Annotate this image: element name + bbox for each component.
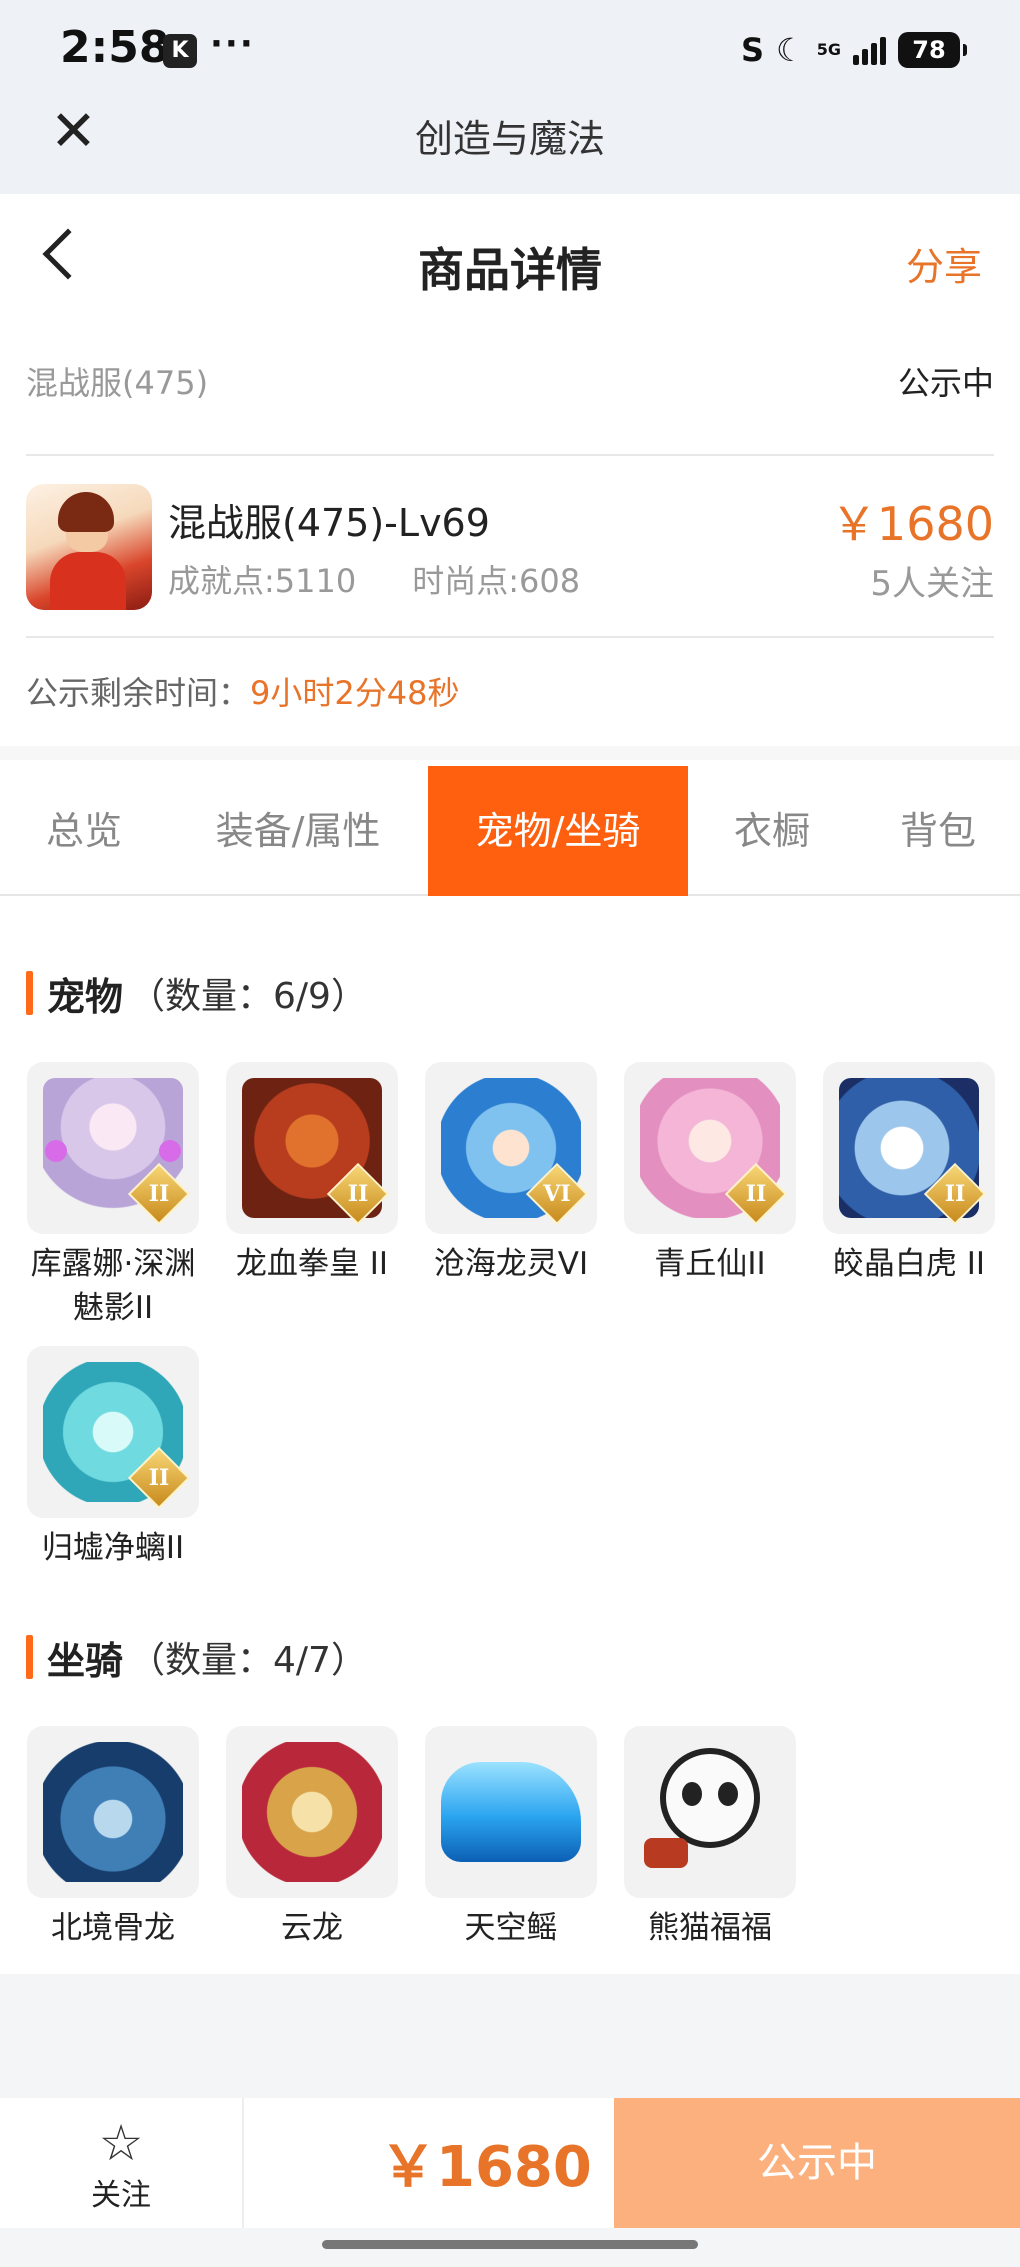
achievement-points: 成就点:5110 bbox=[168, 562, 357, 600]
home-indicator[interactable] bbox=[322, 2240, 698, 2249]
publicity-button[interactable]: 公示中 bbox=[614, 2098, 1020, 2228]
star-icon: ☆ bbox=[98, 2114, 144, 2172]
moon-icon: ☾ bbox=[776, 31, 805, 69]
pet-item[interactable]: II 库露娜·深渊魅影II bbox=[27, 1062, 199, 1330]
character-avatar bbox=[26, 484, 152, 610]
tab-backpack[interactable]: 背包 bbox=[856, 766, 1020, 896]
pet-item[interactable]: VI 沧海龙灵VI bbox=[425, 1062, 597, 1286]
listing-price: ￥1680 bbox=[830, 497, 994, 551]
pet-item[interactable]: II 归墟净螭II bbox=[27, 1346, 199, 1570]
mount-item[interactable]: 云龙 bbox=[226, 1726, 398, 1950]
divider bbox=[26, 454, 994, 456]
pet-thumbnail: II bbox=[27, 1062, 199, 1234]
mounts-section-header: 坐骑 （数量：4/7） bbox=[26, 1632, 367, 1683]
section-gap bbox=[0, 746, 1020, 760]
listing-title: 混战服(475)-Lv69 bbox=[168, 501, 490, 545]
tab-equipment[interactable]: 装备/属性 bbox=[168, 766, 428, 896]
pet-item[interactable]: II 皎晶白虎 II bbox=[823, 1062, 995, 1286]
countdown: 公示剩余时间：9小时2分48秒 bbox=[26, 668, 459, 714]
mount-item[interactable]: 北境骨龙 bbox=[27, 1726, 199, 1950]
nav-bar: 商品详情 分享 bbox=[0, 194, 1020, 326]
share-button[interactable]: 分享 bbox=[906, 236, 982, 291]
divider bbox=[26, 636, 994, 638]
pet-name: 青丘仙II bbox=[654, 1246, 766, 1282]
pet-thumbnail: II bbox=[226, 1062, 398, 1234]
section-marker bbox=[26, 1635, 33, 1679]
server-name: 混战服(475) bbox=[26, 364, 209, 402]
tab-pets-mounts[interactable]: 宠物/坐骑 bbox=[428, 766, 688, 896]
network-type-icon: 5G bbox=[816, 40, 841, 59]
k-app-icon: K bbox=[163, 34, 197, 68]
pets-title: 宠物 bbox=[47, 974, 124, 1019]
follow-button[interactable]: ☆ 关注 bbox=[0, 2098, 244, 2228]
tab-bar: 总览 装备/属性 宠物/坐骑 衣橱 背包 bbox=[0, 766, 1020, 896]
status-icons: S ☾ 5G 78 bbox=[741, 30, 967, 70]
pet-name: 归墟净螭II bbox=[41, 1530, 185, 1566]
mount-thumbnail bbox=[425, 1726, 597, 1898]
mount-thumbnail bbox=[624, 1726, 796, 1898]
signal-icon bbox=[853, 35, 886, 65]
app-title: 创造与魔法 bbox=[414, 117, 605, 161]
product-detail-page: 商品详情 分享 混战服(475) 公示中 混战服(475)-Lv69 成就点:5… bbox=[0, 194, 1020, 1974]
listing-meta: 成就点:5110 时尚点:608 bbox=[168, 556, 580, 602]
sync-icon: S bbox=[741, 31, 765, 69]
countdown-value: 9小时2分48秒 bbox=[250, 674, 460, 712]
top-area: 2:58 K ··· S ☾ 5G 78 ✕ 创造与魔法 bbox=[0, 0, 1020, 194]
listing-summary[interactable]: 混战服(475)-Lv69 成就点:5110 时尚点:608 ￥1680 5人关… bbox=[26, 484, 994, 614]
tab-overview[interactable]: 总览 bbox=[0, 766, 168, 896]
pet-name: 沧海龙灵VI bbox=[433, 1246, 589, 1282]
pet-thumbnail: II bbox=[823, 1062, 995, 1234]
mount-name: 云龙 bbox=[281, 1910, 343, 1946]
status-bar: 2:58 K ··· S ☾ 5G 78 bbox=[0, 0, 1020, 100]
mount-name: 天空鳐 bbox=[464, 1910, 558, 1946]
server-row: 混战服(475) 公示中 bbox=[26, 358, 994, 408]
battery-icon: 78 bbox=[898, 32, 967, 68]
mount-name: 北境骨龙 bbox=[51, 1910, 175, 1946]
fashion-points: 时尚点:608 bbox=[412, 562, 581, 600]
follow-label: 关注 bbox=[91, 2178, 151, 2213]
pet-thumbnail: II bbox=[624, 1062, 796, 1234]
pet-thumbnail: VI bbox=[425, 1062, 597, 1234]
page-title: 商品详情 bbox=[418, 243, 602, 297]
pet-name: 库露娜·深渊魅影II bbox=[30, 1246, 196, 1326]
pet-item[interactable]: II 青丘仙II bbox=[624, 1062, 796, 1286]
mount-item[interactable]: 熊猫福福 bbox=[624, 1726, 796, 1950]
listing-status: 公示中 bbox=[897, 364, 994, 402]
tab-wardrobe[interactable]: 衣橱 bbox=[688, 766, 856, 896]
pet-item[interactable]: II 龙血拳皇 II bbox=[226, 1062, 398, 1286]
app-header: ✕ 创造与魔法 bbox=[0, 100, 1020, 194]
bottom-price: ￥1680 bbox=[380, 2135, 592, 2200]
mounts-count: （数量：4/7） bbox=[129, 1640, 367, 1681]
countdown-label: 公示剩余时间： bbox=[26, 674, 251, 712]
mount-thumbnail bbox=[226, 1726, 398, 1898]
pet-name: 皎晶白虎 II bbox=[832, 1246, 986, 1282]
mount-thumbnail bbox=[27, 1726, 199, 1898]
bottom-bar: ☆ 关注 ￥1680 公示中 bbox=[0, 2098, 1020, 2228]
follower-count: 5人关注 bbox=[870, 564, 994, 604]
pets-count: （数量：6/9） bbox=[129, 976, 367, 1017]
mounts-title: 坐骑 bbox=[47, 1638, 124, 1683]
mount-item[interactable]: 天空鳐 bbox=[425, 1726, 597, 1950]
mount-name: 熊猫福福 bbox=[648, 1910, 772, 1946]
pets-section-header: 宠物 （数量：6/9） bbox=[26, 968, 367, 1019]
pet-thumbnail: II bbox=[27, 1346, 199, 1518]
more-notifications-icon: ··· bbox=[210, 24, 255, 64]
section-marker bbox=[26, 971, 33, 1015]
pet-name: 龙血拳皇 II bbox=[235, 1246, 389, 1282]
status-time: 2:58 bbox=[60, 22, 170, 73]
